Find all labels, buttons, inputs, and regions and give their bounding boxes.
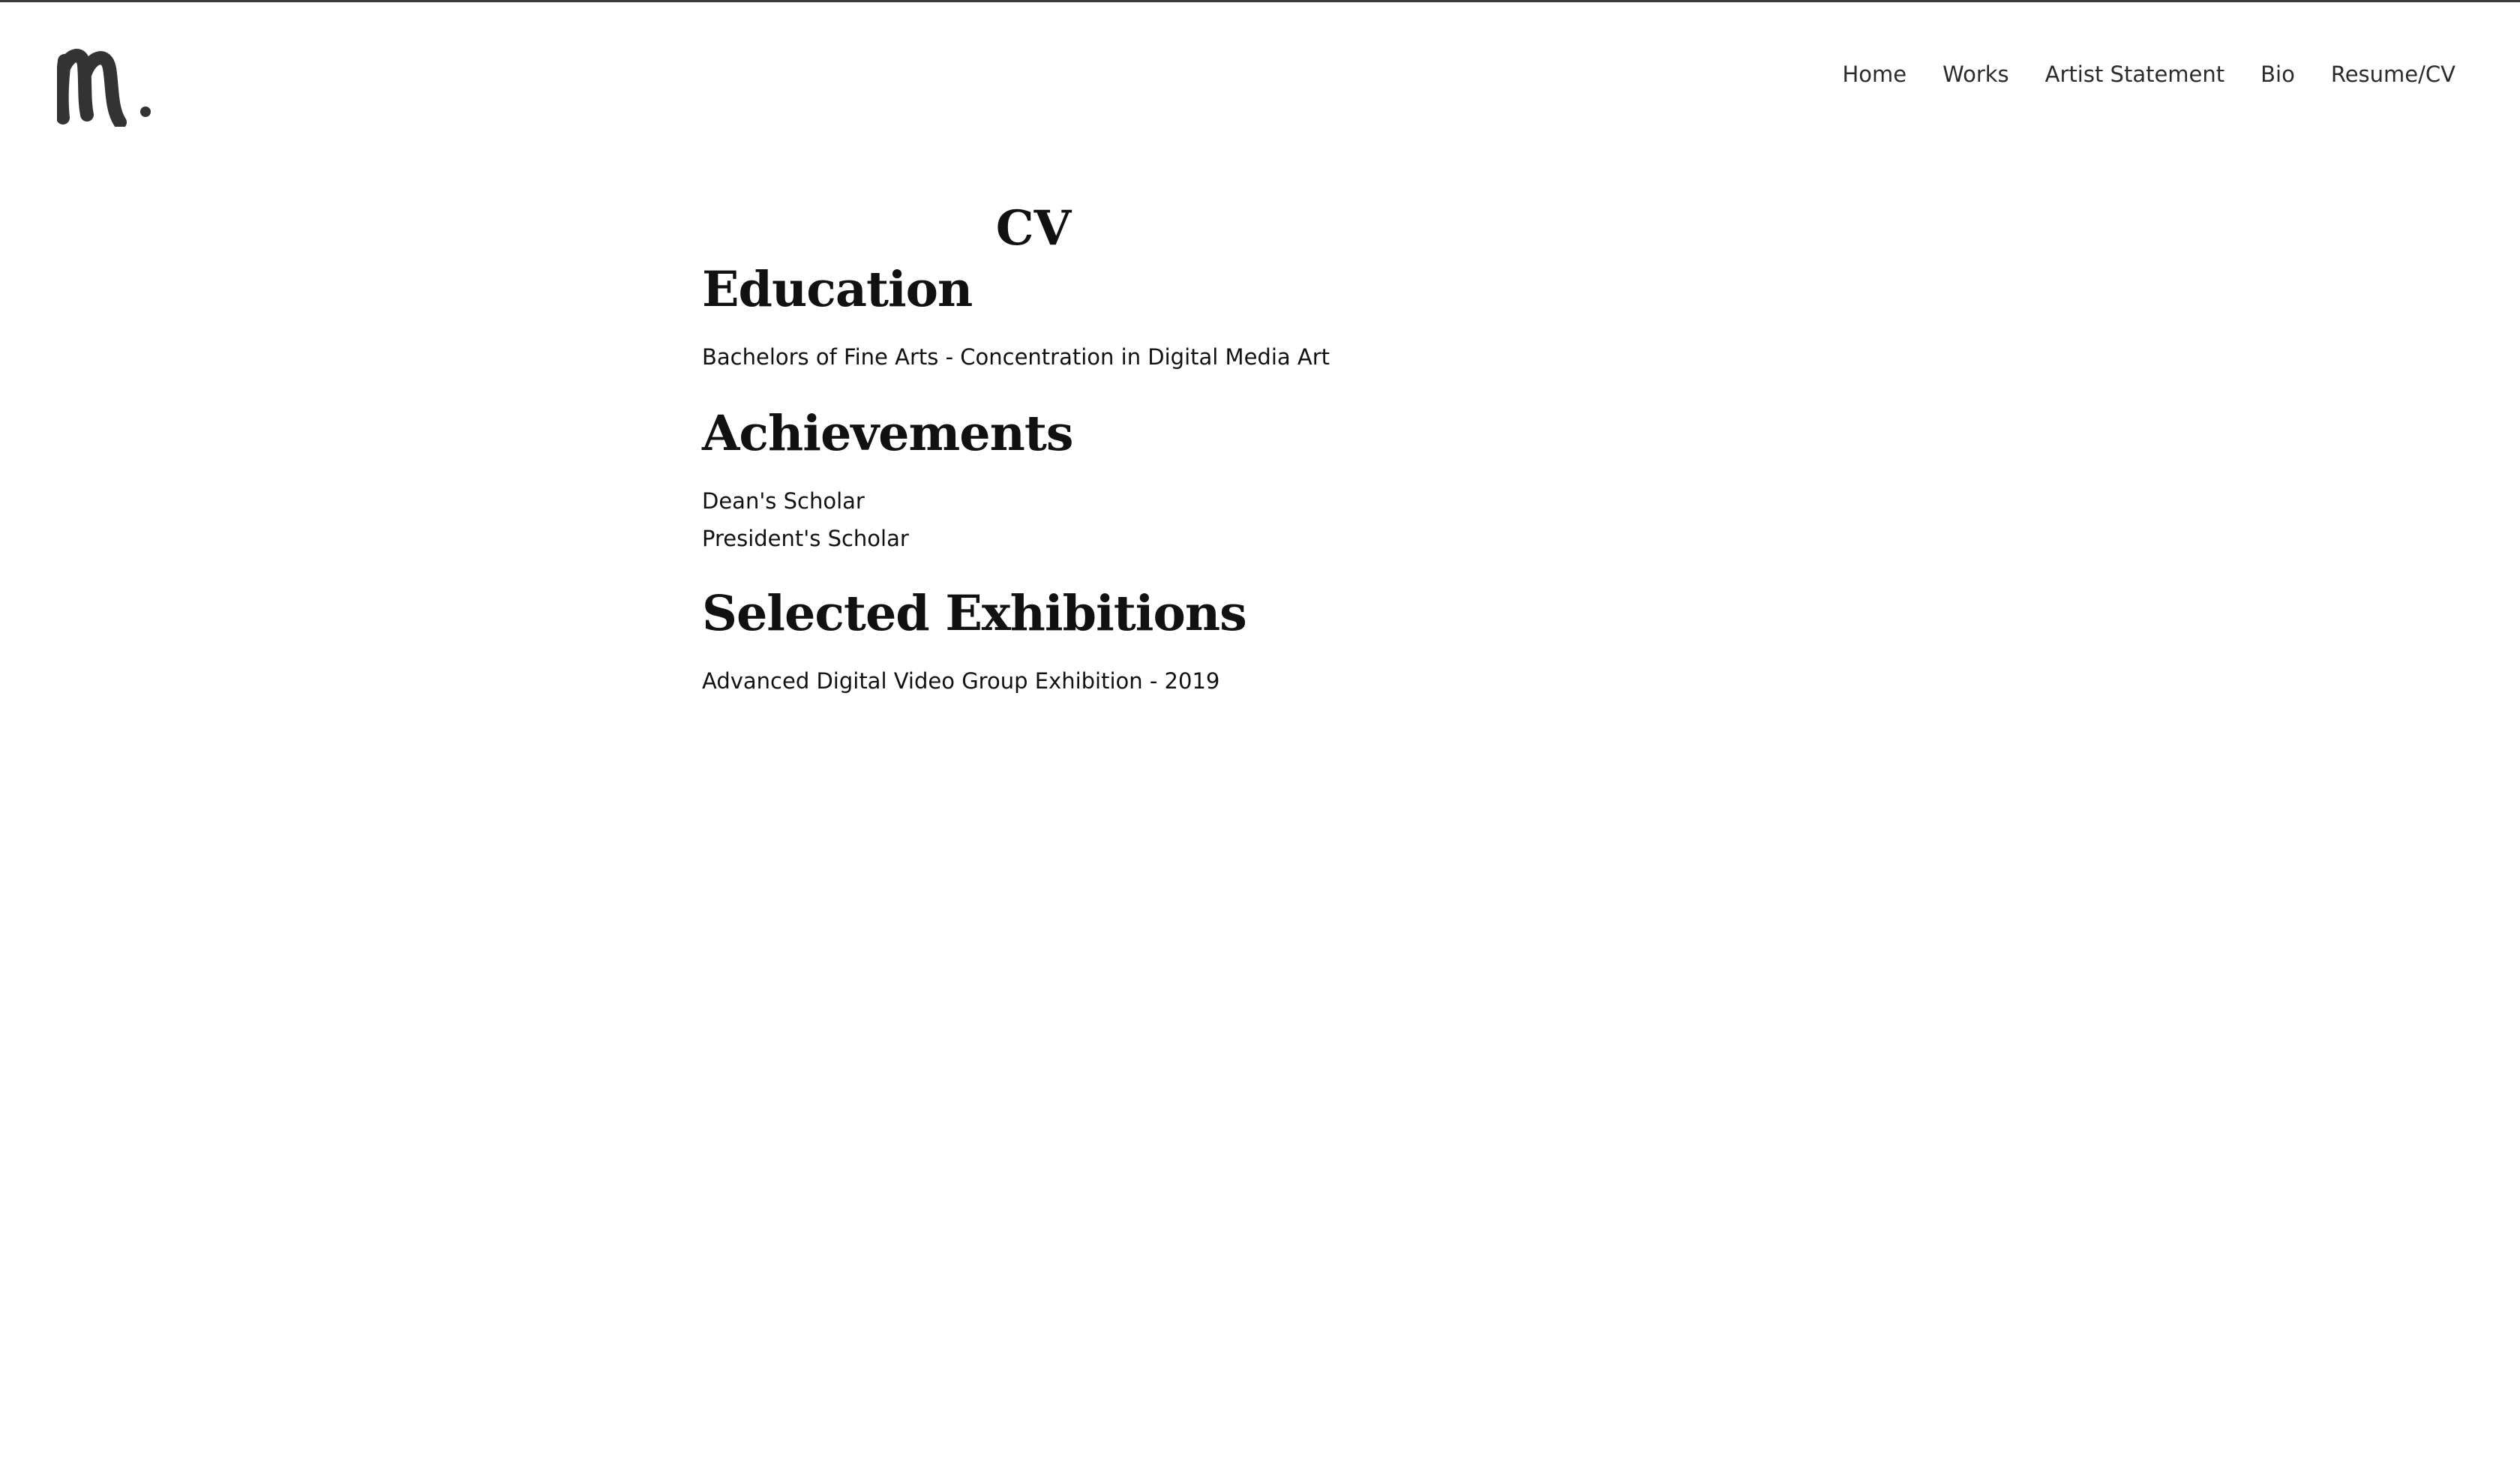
script-m-logo-icon[interactable] bbox=[55, 40, 156, 129]
education-entry: Bachelors of Fine Arts - Concentration i… bbox=[702, 344, 1330, 370]
nav-home[interactable]: Home bbox=[1842, 58, 1906, 91]
page-title: CV bbox=[995, 200, 1072, 256]
achievements-list: Dean's Scholar President's Scholar bbox=[702, 482, 1818, 557]
exhibition-entry: Advanced Digital Video Group Exhibition … bbox=[702, 668, 1220, 694]
education-list: Bachelors of Fine Arts - Concentration i… bbox=[702, 338, 1818, 376]
achievement-entry: Dean's Scholar bbox=[702, 488, 865, 514]
exhibitions-heading: Selected Exhibitions bbox=[702, 585, 1247, 642]
cv-content: CV Education Bachelors of Fine Arts - Co… bbox=[702, 199, 1818, 700]
main-nav: Home Works Artist Statement Bio Resume/C… bbox=[1806, 58, 2456, 91]
nav-bio[interactable]: Bio bbox=[2260, 58, 2295, 91]
achievement-entry: President's Scholar bbox=[702, 526, 909, 551]
achievements-heading: Achievements bbox=[702, 405, 1073, 462]
education-heading: Education bbox=[702, 261, 973, 318]
nav-resume-cv[interactable]: Resume/CV bbox=[2331, 58, 2456, 91]
nav-works[interactable]: Works bbox=[1942, 58, 2009, 91]
exhibitions-list: Advanced Digital Video Group Exhibition … bbox=[702, 662, 1818, 700]
nav-artist-statement[interactable]: Artist Statement bbox=[2045, 58, 2225, 91]
